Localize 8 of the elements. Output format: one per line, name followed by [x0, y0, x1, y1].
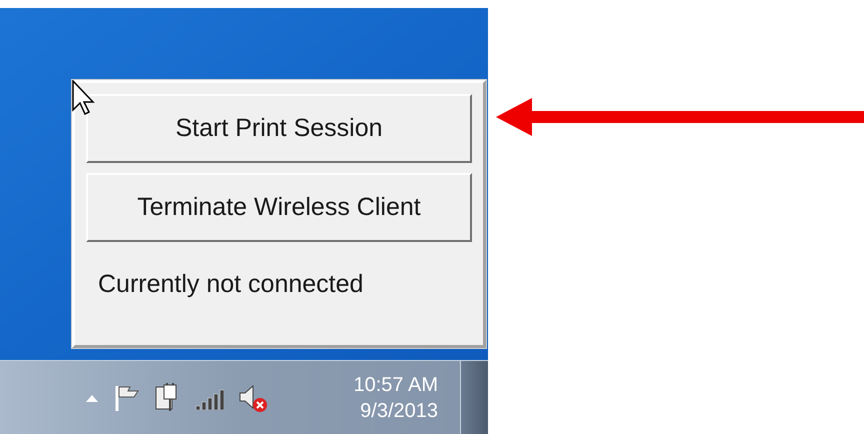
muted-speaker-icon[interactable]: [238, 382, 268, 412]
flag-icon[interactable]: [114, 384, 140, 412]
menu-button[interactable]: Terminate Wireless Client: [86, 173, 472, 242]
show-desktop-button[interactable]: [460, 361, 488, 434]
connection-status: Currently not connected: [97, 272, 364, 297]
menu-button[interactable]: Start Print Session: [86, 94, 472, 163]
clock-time: 10:57 AM: [353, 372, 438, 398]
clock-date: 9/3/2013: [360, 398, 438, 424]
